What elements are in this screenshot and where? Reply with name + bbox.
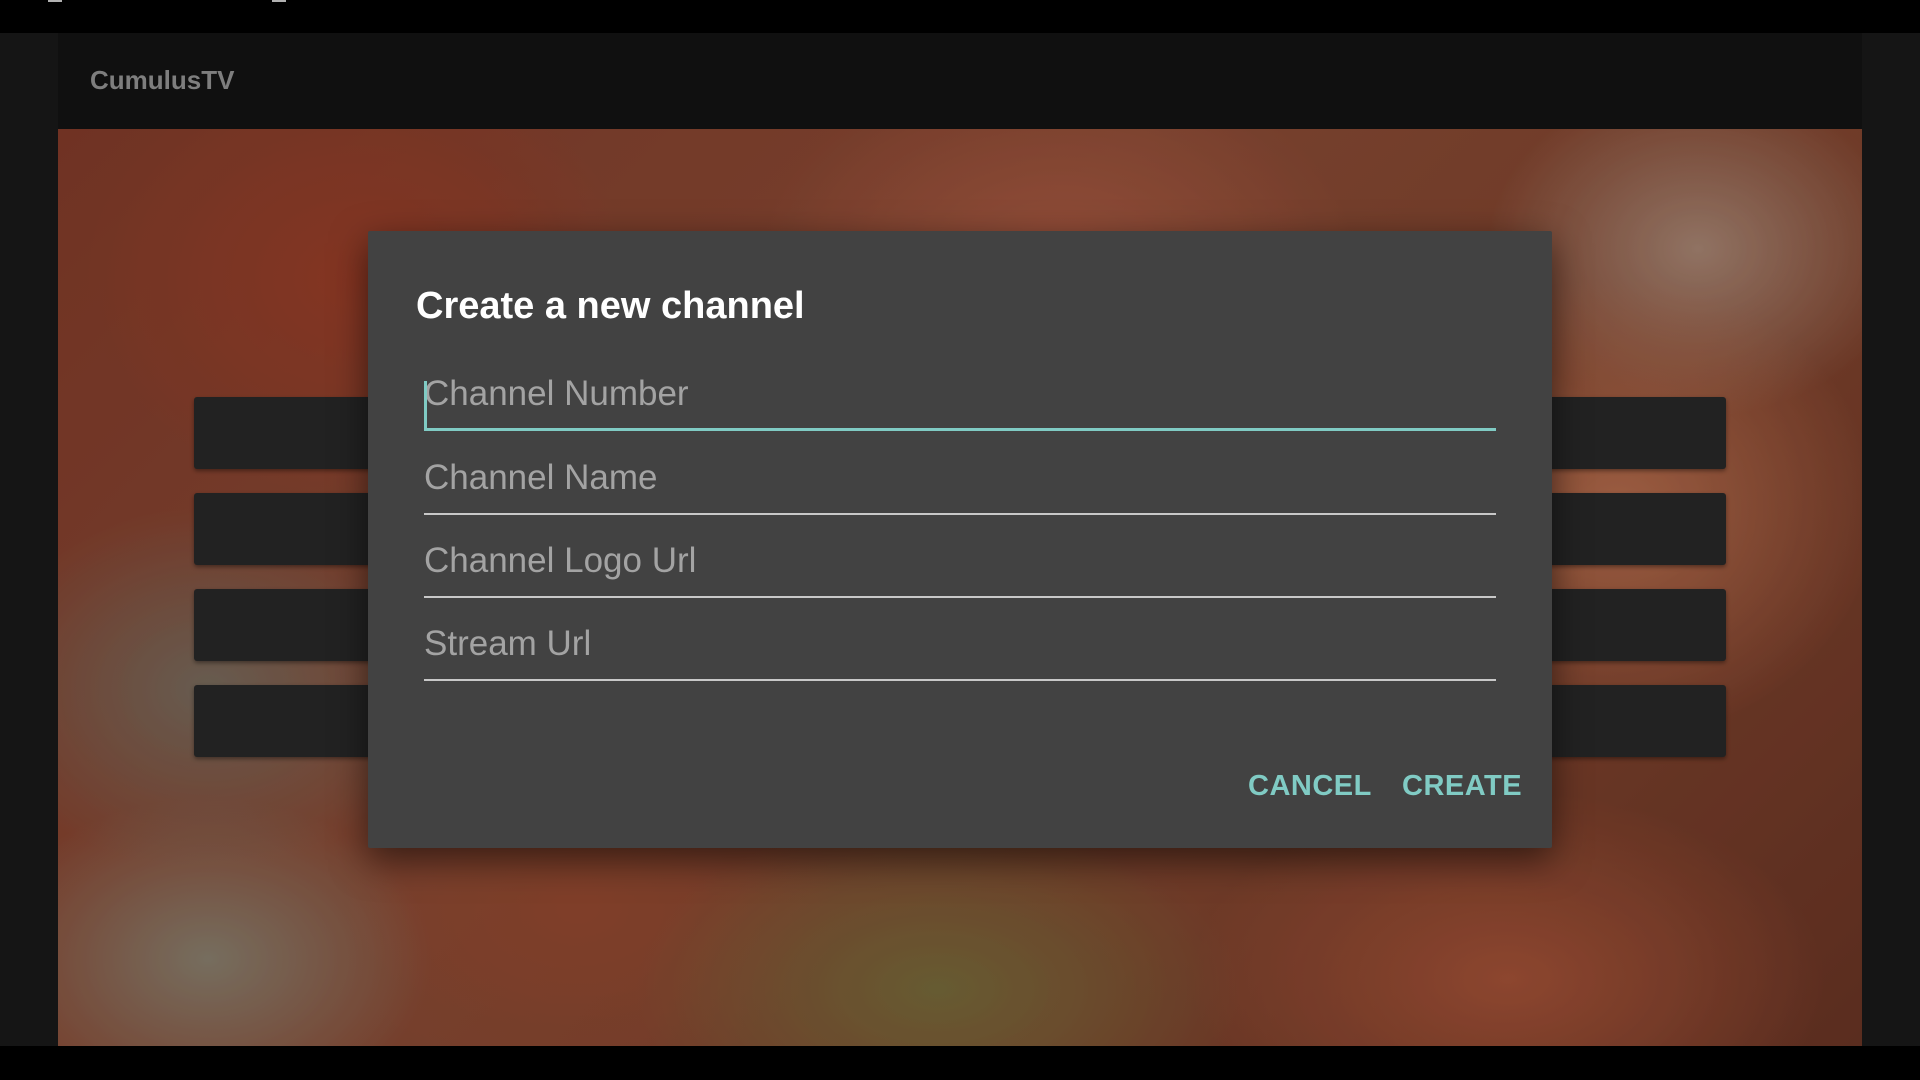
channel-name-input[interactable] — [424, 443, 1496, 515]
dialog-title: Create a new channel — [416, 285, 805, 327]
stream-url-input[interactable] — [424, 609, 1496, 681]
create-button[interactable]: CREATE — [1392, 761, 1532, 811]
cancel-button[interactable]: CANCEL — [1238, 761, 1382, 811]
text-cursor — [424, 381, 427, 429]
channel-number-input[interactable] — [424, 359, 1496, 431]
create-channel-dialog: Create a new channel CANCEL CREATE — [368, 231, 1552, 848]
channel-logo-url-input[interactable] — [424, 526, 1496, 598]
